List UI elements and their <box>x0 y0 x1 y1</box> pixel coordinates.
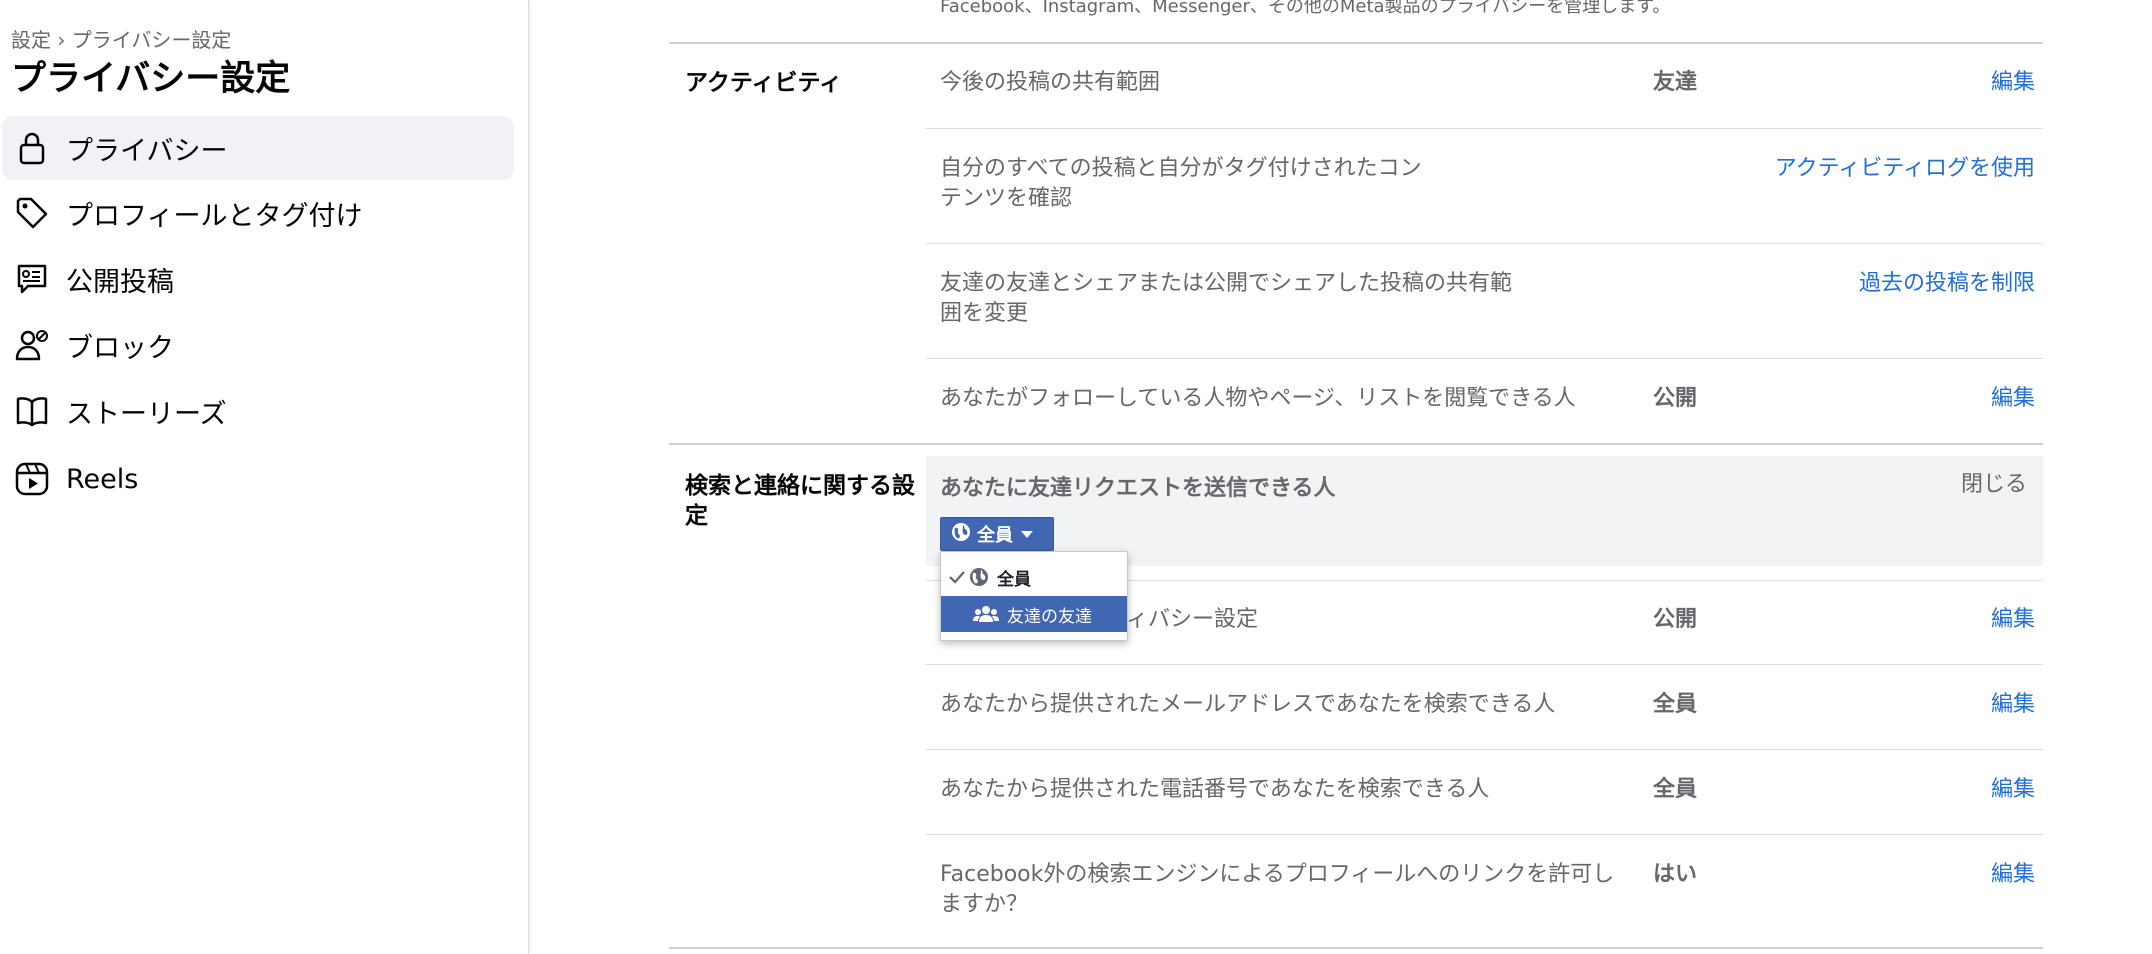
audience-selected-label: 全員 <box>977 525 1013 546</box>
audience-dropdown-menu: 全員 友達の友達 <box>940 551 1128 641</box>
intro-text: Facebook、Instagram、Messenger、その他のMeta製品の… <box>940 0 1671 17</box>
row-label: あなたがフォローしている人物やページ、リストを閲覧できる人 <box>940 386 1576 411</box>
audience-option-everyone[interactable]: 全員 <box>941 559 1127 595</box>
globe-icon <box>969 567 989 587</box>
row-divider <box>926 243 2043 244</box>
row-label-line: 囲を変更 <box>940 301 1029 326</box>
row-value: 全員 <box>1653 692 1698 717</box>
sidebar: 設定 › プライバシー設定 プライバシー設定 プライバシー プロフィールとタグ付… <box>0 0 529 954</box>
edit-following-visibility-button[interactable]: 編集 <box>1991 384 2035 414</box>
sidebar-item-privacy[interactable]: プライバシー <box>2 116 514 180</box>
page-title: プライバシー設定 <box>11 59 291 99</box>
row-value: はい <box>1653 862 1698 887</box>
row-divider <box>926 358 2043 359</box>
row-divider <box>926 749 2043 750</box>
sidebar-item-label: プライバシー <box>66 135 228 167</box>
sidebar-item-label: 公開投稿 <box>66 266 174 298</box>
section-title-activity: アクティビティ <box>685 70 843 96</box>
sidebar-item-label: Reels <box>66 463 139 495</box>
audience-option-friends-of-friends[interactable]: 友達の友達 <box>941 596 1127 632</box>
sidebar-item-blocking[interactable]: ブロック <box>2 313 514 377</box>
row-value: 友達 <box>1653 70 1698 95</box>
row-label: あなたから提供されたメールアドレスであなたを検索できる人 <box>940 692 1556 717</box>
row-divider <box>926 664 2043 665</box>
section-divider <box>669 443 2043 445</box>
row-label-text: ィバシー設定 <box>1126 607 1259 632</box>
limit-past-posts-link[interactable]: 過去の投稿を制限 <box>1859 269 2035 299</box>
row-label-line: Facebook外の検索エンジンによるプロフィールへのリンクを許可し <box>940 862 1615 887</box>
row-divider <box>926 834 2043 835</box>
option-label: 全員 <box>997 569 1031 590</box>
caret-down-icon <box>1021 530 1033 538</box>
sidebar-item-profile-tagging[interactable]: プロフィールとタグ付け <box>2 181 514 245</box>
breadcrumb[interactable]: 設定 › プライバシー設定 <box>11 24 231 53</box>
row-label: 今後の投稿の共有範囲 <box>940 70 1161 95</box>
public-posts-icon <box>12 259 52 299</box>
reels-icon <box>12 459 52 499</box>
row-label: 友達の友達とシェアまたは公開でシェアした投稿の共有範 囲を変更 <box>940 269 1512 329</box>
sidebar-item-stories[interactable]: ストーリーズ <box>2 379 514 443</box>
book-icon <box>12 391 52 431</box>
checkmark-icon <box>949 570 965 584</box>
row-label: あなたから提供された電話番号であなたを検索できる人 <box>940 777 1490 802</box>
section-divider <box>669 947 2043 949</box>
sidebar-item-public-posts[interactable]: 公開投稿 <box>2 247 514 311</box>
edit-phone-lookup-button[interactable]: 編集 <box>1991 775 2035 805</box>
row-label: 自分のすべての投稿と自分がタグ付けされたコン テンツを確認 <box>940 154 1422 214</box>
sidebar-item-reels[interactable]: Reels <box>2 447 514 511</box>
section-title-line: 検索と連絡に関する設 <box>685 473 915 499</box>
row-label-line: ますか？ <box>940 892 1029 917</box>
section-title-line: 定 <box>685 503 708 529</box>
row-divider <box>926 128 2043 129</box>
main-content: Facebook、Instagram、Messenger、その他のMeta製品の… <box>528 0 2152 954</box>
use-activity-log-link[interactable]: アクティビティログを使用 <box>1775 154 2035 184</box>
edit-search-engine-link-button[interactable]: 編集 <box>1991 860 2035 890</box>
section-title-search-contact: 検索と連絡に関する設 定 <box>685 471 915 531</box>
edit-email-lookup-button[interactable]: 編集 <box>1991 690 2035 720</box>
audience-selector-button[interactable]: 全員 <box>940 517 1054 551</box>
option-label: 友達の友達 <box>1007 606 1092 627</box>
tag-icon <box>12 193 52 233</box>
sidebar-item-label: ストーリーズ <box>66 398 227 430</box>
sidebar-item-label: プロフィールとタグ付け <box>66 200 363 232</box>
edit-privacy-setting-button[interactable]: 編集 <box>1991 605 2035 635</box>
friends-icon <box>973 605 999 623</box>
globe-icon <box>951 522 971 547</box>
row-value: 全員 <box>1653 777 1698 802</box>
expanded-setting-row: あなたに友達リクエストを送信できる人 閉じる <box>926 456 2043 566</box>
block-user-icon <box>12 325 52 365</box>
edit-future-posts-button[interactable]: 編集 <box>1991 68 2035 98</box>
row-value: 公開 <box>1653 386 1698 411</box>
row-label-line: 友達の友達とシェアまたは公開でシェアした投稿の共有範 <box>940 271 1513 296</box>
section-divider <box>669 42 2043 44</box>
row-label-line: 自分のすべての投稿と自分がタグ付けされたコン <box>940 156 1422 181</box>
row-value: 公開 <box>1653 607 1698 632</box>
sidebar-item-label: ブロック <box>66 332 174 364</box>
close-link[interactable]: 閉じる <box>1961 470 2027 500</box>
lock-icon <box>12 128 52 168</box>
friend-request-setting-title: あなたに友達リクエストを送信できる人 <box>940 476 1336 501</box>
row-label-line: テンツを確認 <box>940 186 1073 211</box>
row-label: Facebook外の検索エンジンによるプロフィールへのリンクを許可し ますか？ <box>940 860 1614 920</box>
